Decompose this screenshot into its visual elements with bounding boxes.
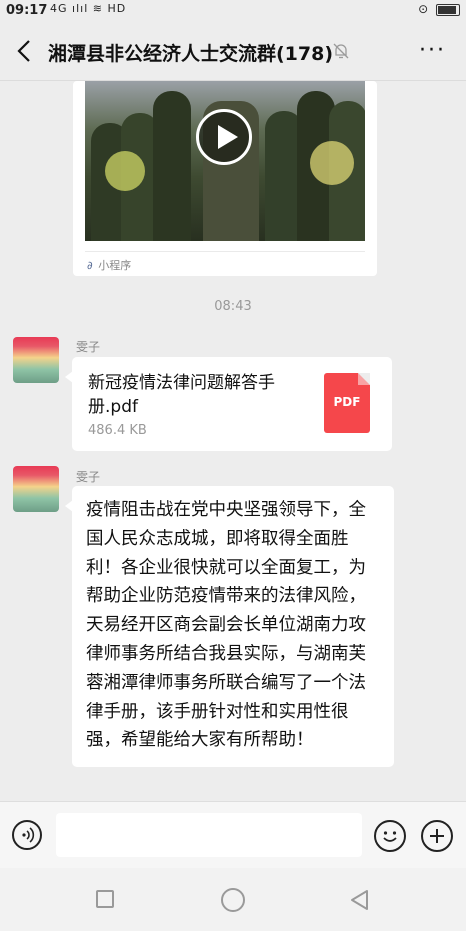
more-options-icon[interactable]: ··· (419, 40, 446, 62)
pdf-file-icon: PDF (324, 373, 370, 433)
file-message-bubble[interactable]: 新冠疫情法律问题解答手册.pdf 486.4 KB PDF (65, 357, 392, 451)
mute-bell-icon (333, 43, 349, 59)
sender-name: 雯子 (76, 470, 101, 484)
chat-header: 湘潭县非公经济人士交流群(178) ··· (0, 22, 466, 81)
message-text: 疫情阻击战在党中央坚强领导下，全国人民众志成城，即将取得全面胜利！各企业很快就可… (86, 500, 366, 751)
lock-rotation-icon: ⊙ (418, 2, 429, 16)
avatar[interactable] (13, 337, 59, 383)
status-time: 09:17 (6, 3, 48, 18)
message-list[interactable]: ∂ 小程序 08:43 雯子 新冠疫情法律问题解答手册.pdf 486.4 KB… (0, 81, 466, 801)
text-message-bubble[interactable]: 疫情阻击战在党中央坚强领导下，全国人民众志成城，即将取得全面胜利！各企业很快就可… (65, 486, 394, 768)
play-icon[interactable] (196, 109, 252, 165)
voice-input-icon[interactable] (12, 820, 42, 850)
plus-icon[interactable] (421, 820, 453, 852)
flowers (105, 151, 145, 191)
home-icon[interactable] (221, 888, 245, 912)
mini-program-footer: ∂ 小程序 (87, 257, 131, 273)
system-navigation-bar (0, 868, 466, 931)
link-icon: ∂ (87, 259, 93, 272)
pdf-label: PDF (333, 395, 361, 409)
back-arrow-icon[interactable] (14, 38, 36, 64)
message-input[interactable] (56, 813, 362, 857)
battery-icon (436, 3, 460, 16)
chat-title: 湘潭县非公经济人士交流群(178) (48, 43, 334, 65)
mini-program-label: 小程序 (98, 259, 132, 272)
sender-name: 雯子 (76, 340, 101, 354)
system-back-icon[interactable] (348, 888, 370, 912)
avatar[interactable] (13, 466, 59, 512)
message-timestamp: 08:43 (214, 299, 252, 314)
flowers (310, 141, 354, 185)
recent-apps-icon[interactable] (96, 890, 114, 908)
emoji-icon[interactable] (374, 820, 406, 852)
file-size: 486.4 KB (88, 423, 147, 438)
card-divider (85, 251, 365, 252)
file-name: 新冠疫情法律问题解答手册.pdf (88, 373, 275, 417)
signal-indicators: 4G ılıl ≋ HD (50, 2, 127, 15)
mini-program-card[interactable]: ∂ 小程序 (73, 81, 377, 276)
input-bar (0, 801, 466, 868)
status-bar: 09:17 4G ılıl ≋ HD ⊙ (0, 0, 466, 22)
status-right-icons: ⊙ (418, 2, 460, 16)
video-thumbnail (85, 81, 365, 241)
